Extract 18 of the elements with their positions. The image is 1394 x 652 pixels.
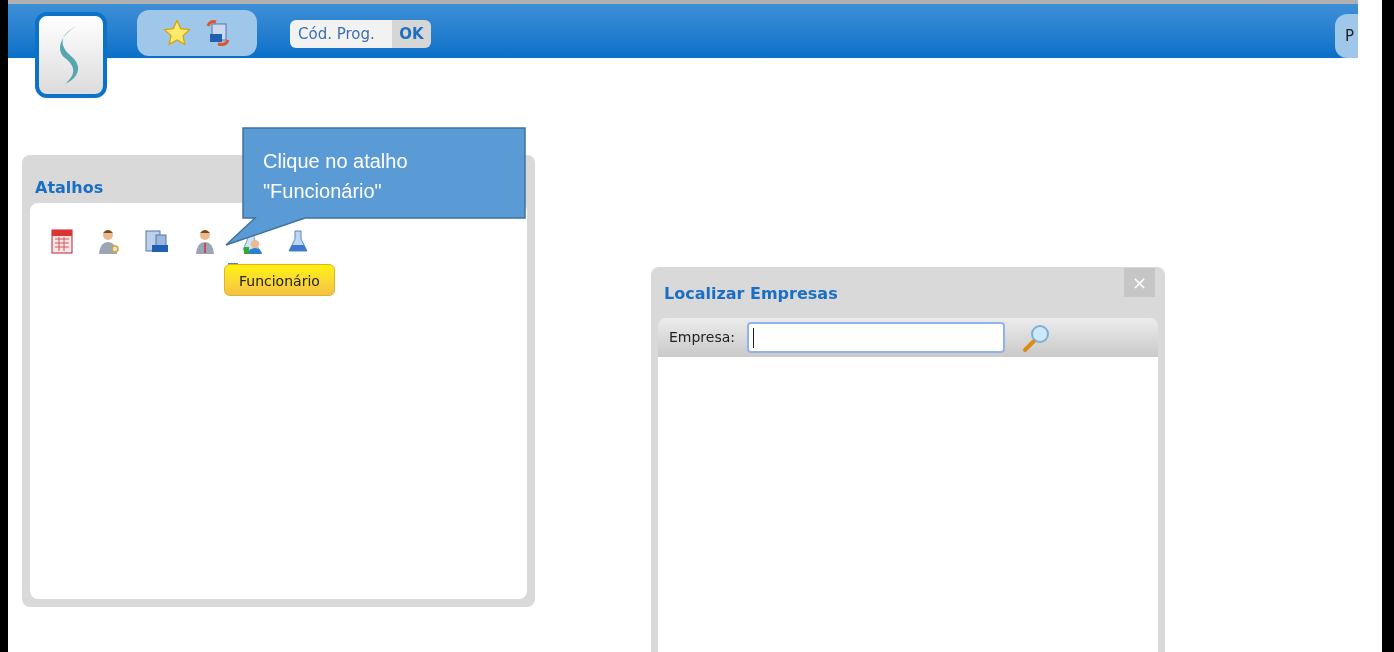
program-code-field[interactable]: Cód. Prog. bbox=[290, 20, 392, 48]
panel-title: Atalhos bbox=[35, 178, 104, 197]
field-label: Empresa: bbox=[669, 328, 736, 347]
ok-button[interactable]: OK bbox=[392, 20, 431, 48]
calendar-icon[interactable] bbox=[50, 227, 74, 255]
person-search-icon[interactable] bbox=[97, 227, 121, 255]
flask-icon[interactable] bbox=[287, 227, 309, 255]
tooltip: Funcionário bbox=[224, 264, 335, 296]
building-arrows-icon[interactable] bbox=[204, 18, 232, 48]
text-cursor bbox=[753, 327, 755, 348]
dialog-title: Localizar Empresas bbox=[663, 283, 838, 305]
header-button[interactable]: P bbox=[1335, 14, 1358, 58]
buildings-icon[interactable] bbox=[144, 227, 170, 255]
person-icon[interactable] bbox=[193, 227, 217, 255]
company-field[interactable] bbox=[747, 322, 1006, 353]
callout-text: Clique no atalho "Funcionário" bbox=[263, 149, 409, 204]
app-logo[interactable] bbox=[35, 12, 107, 98]
star-icon[interactable] bbox=[162, 18, 192, 48]
